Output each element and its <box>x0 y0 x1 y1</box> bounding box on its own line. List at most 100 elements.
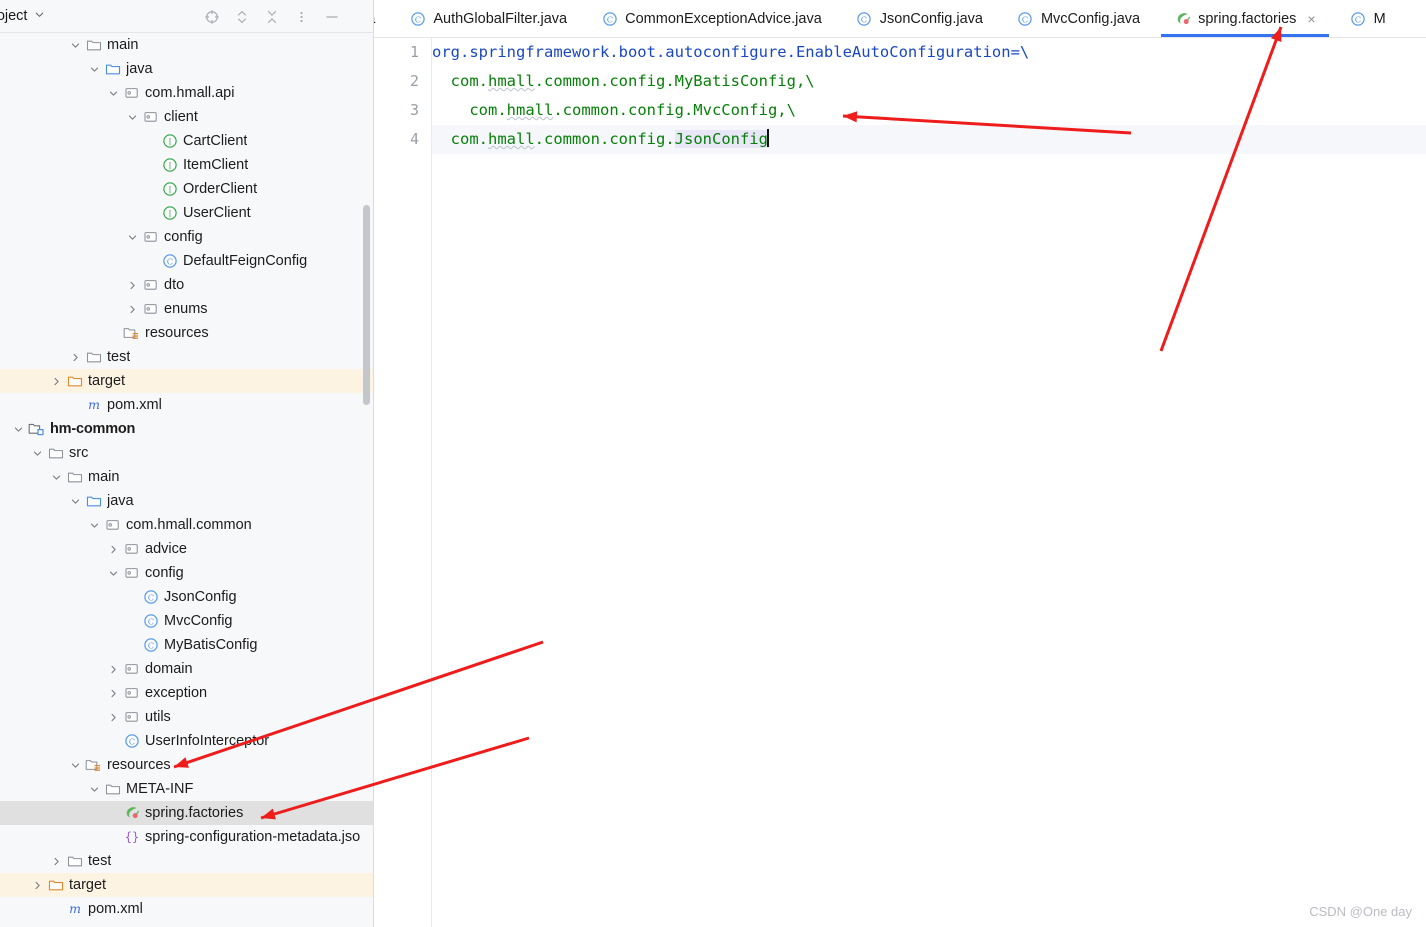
folder-excluded-icon <box>47 877 64 894</box>
chevron-down-icon[interactable] <box>69 39 82 52</box>
code-token: com. <box>432 72 488 90</box>
tree-row-label: pom.xml <box>107 397 162 413</box>
editor-tab-commonexceptionadvice-java[interactable]: C CommonExceptionAdvice.java <box>584 0 839 37</box>
chevron-right-icon[interactable] <box>107 711 120 724</box>
tree-row-pom-xml[interactable]: m pom.xml <box>0 897 373 921</box>
tree-row-dto[interactable]: dto <box>0 273 373 297</box>
tree-row-mvcconfig[interactable]: C MvcConfig <box>0 609 373 633</box>
editor-tab-m[interactable]: CM <box>1333 0 1403 37</box>
tree-row-exception[interactable]: exception <box>0 681 373 705</box>
chevron-down-icon[interactable] <box>107 87 120 100</box>
chevron-right-icon[interactable] <box>126 279 139 292</box>
chevron-down-icon[interactable] <box>126 111 139 124</box>
more-options-icon[interactable] <box>293 8 310 25</box>
code-line[interactable]: com.hmall.common.config.MyBatisConfig,\ <box>432 67 1426 96</box>
tree-row-test[interactable]: test <box>0 849 373 873</box>
chevron-right-icon[interactable] <box>31 879 44 892</box>
tree-row-orderclient[interactable]: I OrderClient <box>0 177 373 201</box>
tree-row-pom-xml[interactable]: m pom.xml <box>0 393 373 417</box>
interface-icon: I <box>161 181 178 198</box>
tree-row-com-hmall-common[interactable]: com.hmall.common <box>0 513 373 537</box>
expand-collapse-icon[interactable] <box>233 8 250 25</box>
tree-row-domain[interactable]: domain <box>0 657 373 681</box>
tree-row-utils[interactable]: utils <box>0 705 373 729</box>
chevron-right-icon[interactable] <box>107 663 120 676</box>
chevron-down-icon[interactable] <box>31 447 44 460</box>
chevron-down-icon[interactable] <box>12 423 25 436</box>
editor-tab-jsonconfig-java[interactable]: C JsonConfig.java <box>839 0 1000 37</box>
tree-row-resources[interactable]: resources <box>0 753 373 777</box>
tree-row-src[interactable]: src <box>0 441 373 465</box>
tree-row-client[interactable]: client <box>0 105 373 129</box>
chevron-right-icon[interactable] <box>107 543 120 556</box>
project-panel-header: roject <box>0 0 373 33</box>
code-token: JsonConfig <box>674 130 768 148</box>
tree-row-main[interactable]: main <box>0 33 373 57</box>
tree-row-java[interactable]: java <box>0 489 373 513</box>
chevron-right-icon[interactable] <box>107 687 120 700</box>
tree-row-com-hmall-api[interactable]: com.hmall.api <box>0 81 373 105</box>
chevron-down-icon[interactable] <box>88 63 101 76</box>
editor-tab-va[interactable]: va <box>374 0 392 37</box>
tree-row-hm-common[interactable]: hm-common <box>0 417 373 441</box>
chevron-down-icon[interactable] <box>88 783 101 796</box>
folder-resources-icon <box>123 325 140 342</box>
tree-row-config[interactable]: config <box>0 225 373 249</box>
editor-content[interactable]: org.springframework.boot.autoconfigure.E… <box>432 38 1426 927</box>
tree-row-config[interactable]: config <box>0 561 373 585</box>
tree-row-resources[interactable]: resources <box>0 321 373 345</box>
tree-row-jsonconfig[interactable]: C JsonConfig <box>0 585 373 609</box>
editor-tab-mvcconfig-java[interactable]: C MvcConfig.java <box>1000 0 1157 37</box>
code-token: hmall <box>488 72 535 90</box>
package-icon <box>142 109 159 126</box>
editor-tab-spring-factories[interactable]: spring.factories × <box>1157 0 1333 37</box>
chevron-down-icon[interactable] <box>34 9 45 23</box>
editor-tab-authglobalfilter-java[interactable]: C AuthGlobalFilter.java <box>392 0 584 37</box>
editor-tab-label: M <box>1373 10 1386 27</box>
class-icon: C <box>601 10 618 27</box>
tree-row-itemclient[interactable]: I ItemClient <box>0 153 373 177</box>
tree-row-userclient[interactable]: I UserClient <box>0 201 373 225</box>
package-icon <box>123 541 140 558</box>
chevron-right-icon[interactable] <box>50 855 63 868</box>
project-panel-title[interactable]: roject <box>0 8 27 24</box>
chevron-down-icon[interactable] <box>88 519 101 532</box>
tree-row-spring-factories[interactable]: spring.factories <box>0 801 373 825</box>
collapse-all-icon[interactable] <box>263 8 280 25</box>
interface-icon: I <box>161 157 178 174</box>
chevron-down-icon[interactable] <box>69 759 82 772</box>
tree-row-label: DefaultFeignConfig <box>183 253 308 269</box>
close-icon[interactable]: × <box>1307 12 1315 26</box>
chevron-down-icon[interactable] <box>107 567 120 580</box>
locate-icon[interactable] <box>203 8 220 25</box>
class-icon: C <box>142 589 159 606</box>
chevron-right-icon[interactable] <box>50 375 63 388</box>
tree-row-target[interactable]: target <box>0 369 373 393</box>
code-line[interactable]: com.hmall.common.config.MvcConfig,\ <box>432 96 1426 125</box>
chevron-down-icon[interactable] <box>126 231 139 244</box>
tree-row-spring-configuration-metadata-jso[interactable]: {} spring-configuration-metadata.jso <box>0 825 373 849</box>
chevron-down-icon[interactable] <box>69 495 82 508</box>
chevron-right-icon[interactable] <box>69 351 82 364</box>
chevron-down-icon[interactable] <box>50 471 63 484</box>
tree-row-cartclient[interactable]: I CartClient <box>0 129 373 153</box>
project-tree[interactable]: main java com.hmall.api client I CartClient I I… <box>0 33 373 927</box>
tree-row-target[interactable]: target <box>0 873 373 897</box>
project-tree-scrollbar[interactable] <box>363 205 370 405</box>
tree-row-test[interactable]: test <box>0 345 373 369</box>
tree-row-meta-inf[interactable]: META-INF <box>0 777 373 801</box>
code-line[interactable]: com.hmall.common.config.JsonConfig <box>432 125 1426 154</box>
code-editor[interactable]: 1 2 3 4 org.springframework.boot.autoconfig… <box>374 38 1426 927</box>
tree-row-enums[interactable]: enums <box>0 297 373 321</box>
project-tool-window: roject <box>0 0 374 927</box>
chevron-right-icon[interactable] <box>126 303 139 316</box>
tree-row-mybatisconfig[interactable]: C MyBatisConfig <box>0 633 373 657</box>
tree-row-userinfointerceptor[interactable]: C UserInfoInterceptor <box>0 729 373 753</box>
code-line[interactable]: org.springframework.boot.autoconfigure.E… <box>432 38 1426 67</box>
hide-panel-icon[interactable] <box>323 8 340 25</box>
tree-row-java[interactable]: java <box>0 57 373 81</box>
tree-row-defaultfeignconfig[interactable]: C DefaultFeignConfig <box>0 249 373 273</box>
interface-icon: I <box>161 133 178 150</box>
tree-row-advice[interactable]: advice <box>0 537 373 561</box>
tree-row-main[interactable]: main <box>0 465 373 489</box>
